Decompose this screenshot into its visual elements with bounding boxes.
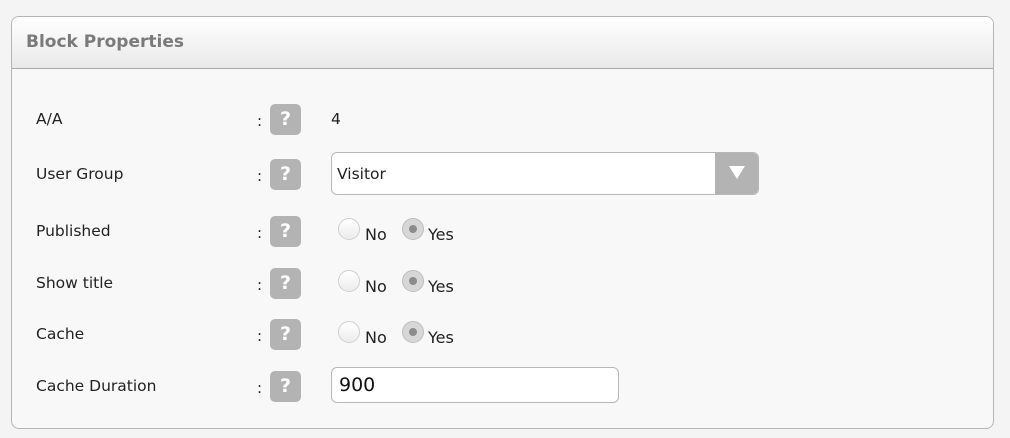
row-show-title: Show title : ? No Yes <box>12 266 993 300</box>
show-title-no-radio[interactable] <box>338 270 360 292</box>
row-published: Published : ? No Yes <box>12 214 993 248</box>
aa-label: A/A <box>36 110 63 128</box>
colon: : <box>257 167 263 185</box>
row-user-group: User Group : ? Visitor <box>12 152 993 195</box>
user-group-select[interactable]: Visitor <box>331 152 759 195</box>
help-icon[interactable]: ? <box>270 268 301 299</box>
panel-header: Block Properties <box>12 17 993 69</box>
colon: : <box>257 224 263 242</box>
published-no-label[interactable]: No <box>365 225 387 244</box>
aa-value: 4 <box>331 110 341 128</box>
show-title-no-label[interactable]: No <box>365 277 387 296</box>
help-icon[interactable]: ? <box>270 216 301 247</box>
block-properties-panel: Block Properties A/A : ? 4 User Group : … <box>11 16 994 429</box>
published-yes-radio[interactable] <box>402 218 424 240</box>
help-icon[interactable]: ? <box>270 319 301 350</box>
help-icon[interactable]: ? <box>270 104 301 135</box>
colon: : <box>257 379 263 397</box>
published-yes-label[interactable]: Yes <box>428 225 454 244</box>
help-icon[interactable]: ? <box>270 159 301 190</box>
row-cache-duration: Cache Duration : ? <box>12 367 993 403</box>
cache-no-label[interactable]: No <box>365 328 387 347</box>
help-icon[interactable]: ? <box>270 371 301 402</box>
cache-yes-label[interactable]: Yes <box>428 328 454 347</box>
user-group-selected-value: Visitor <box>337 165 386 183</box>
published-no-radio[interactable] <box>338 218 360 240</box>
triangle-down-icon[interactable] <box>715 153 758 194</box>
colon: : <box>257 112 263 130</box>
cache-label: Cache <box>36 325 85 343</box>
colon: : <box>257 276 263 294</box>
panel-title: Block Properties <box>26 32 184 52</box>
cache-duration-input[interactable] <box>331 367 619 403</box>
published-label: Published <box>36 222 111 240</box>
colon: : <box>257 327 263 345</box>
row-cache: Cache : ? No Yes <box>12 317 993 351</box>
show-title-yes-radio[interactable] <box>402 270 424 292</box>
row-aa: A/A : ? 4 <box>12 102 993 136</box>
cache-duration-label: Cache Duration <box>36 377 157 395</box>
cache-yes-radio[interactable] <box>402 321 424 343</box>
cache-no-radio[interactable] <box>338 321 360 343</box>
user-group-label: User Group <box>36 165 124 183</box>
show-title-label: Show title <box>36 274 114 292</box>
show-title-yes-label[interactable]: Yes <box>428 277 454 296</box>
